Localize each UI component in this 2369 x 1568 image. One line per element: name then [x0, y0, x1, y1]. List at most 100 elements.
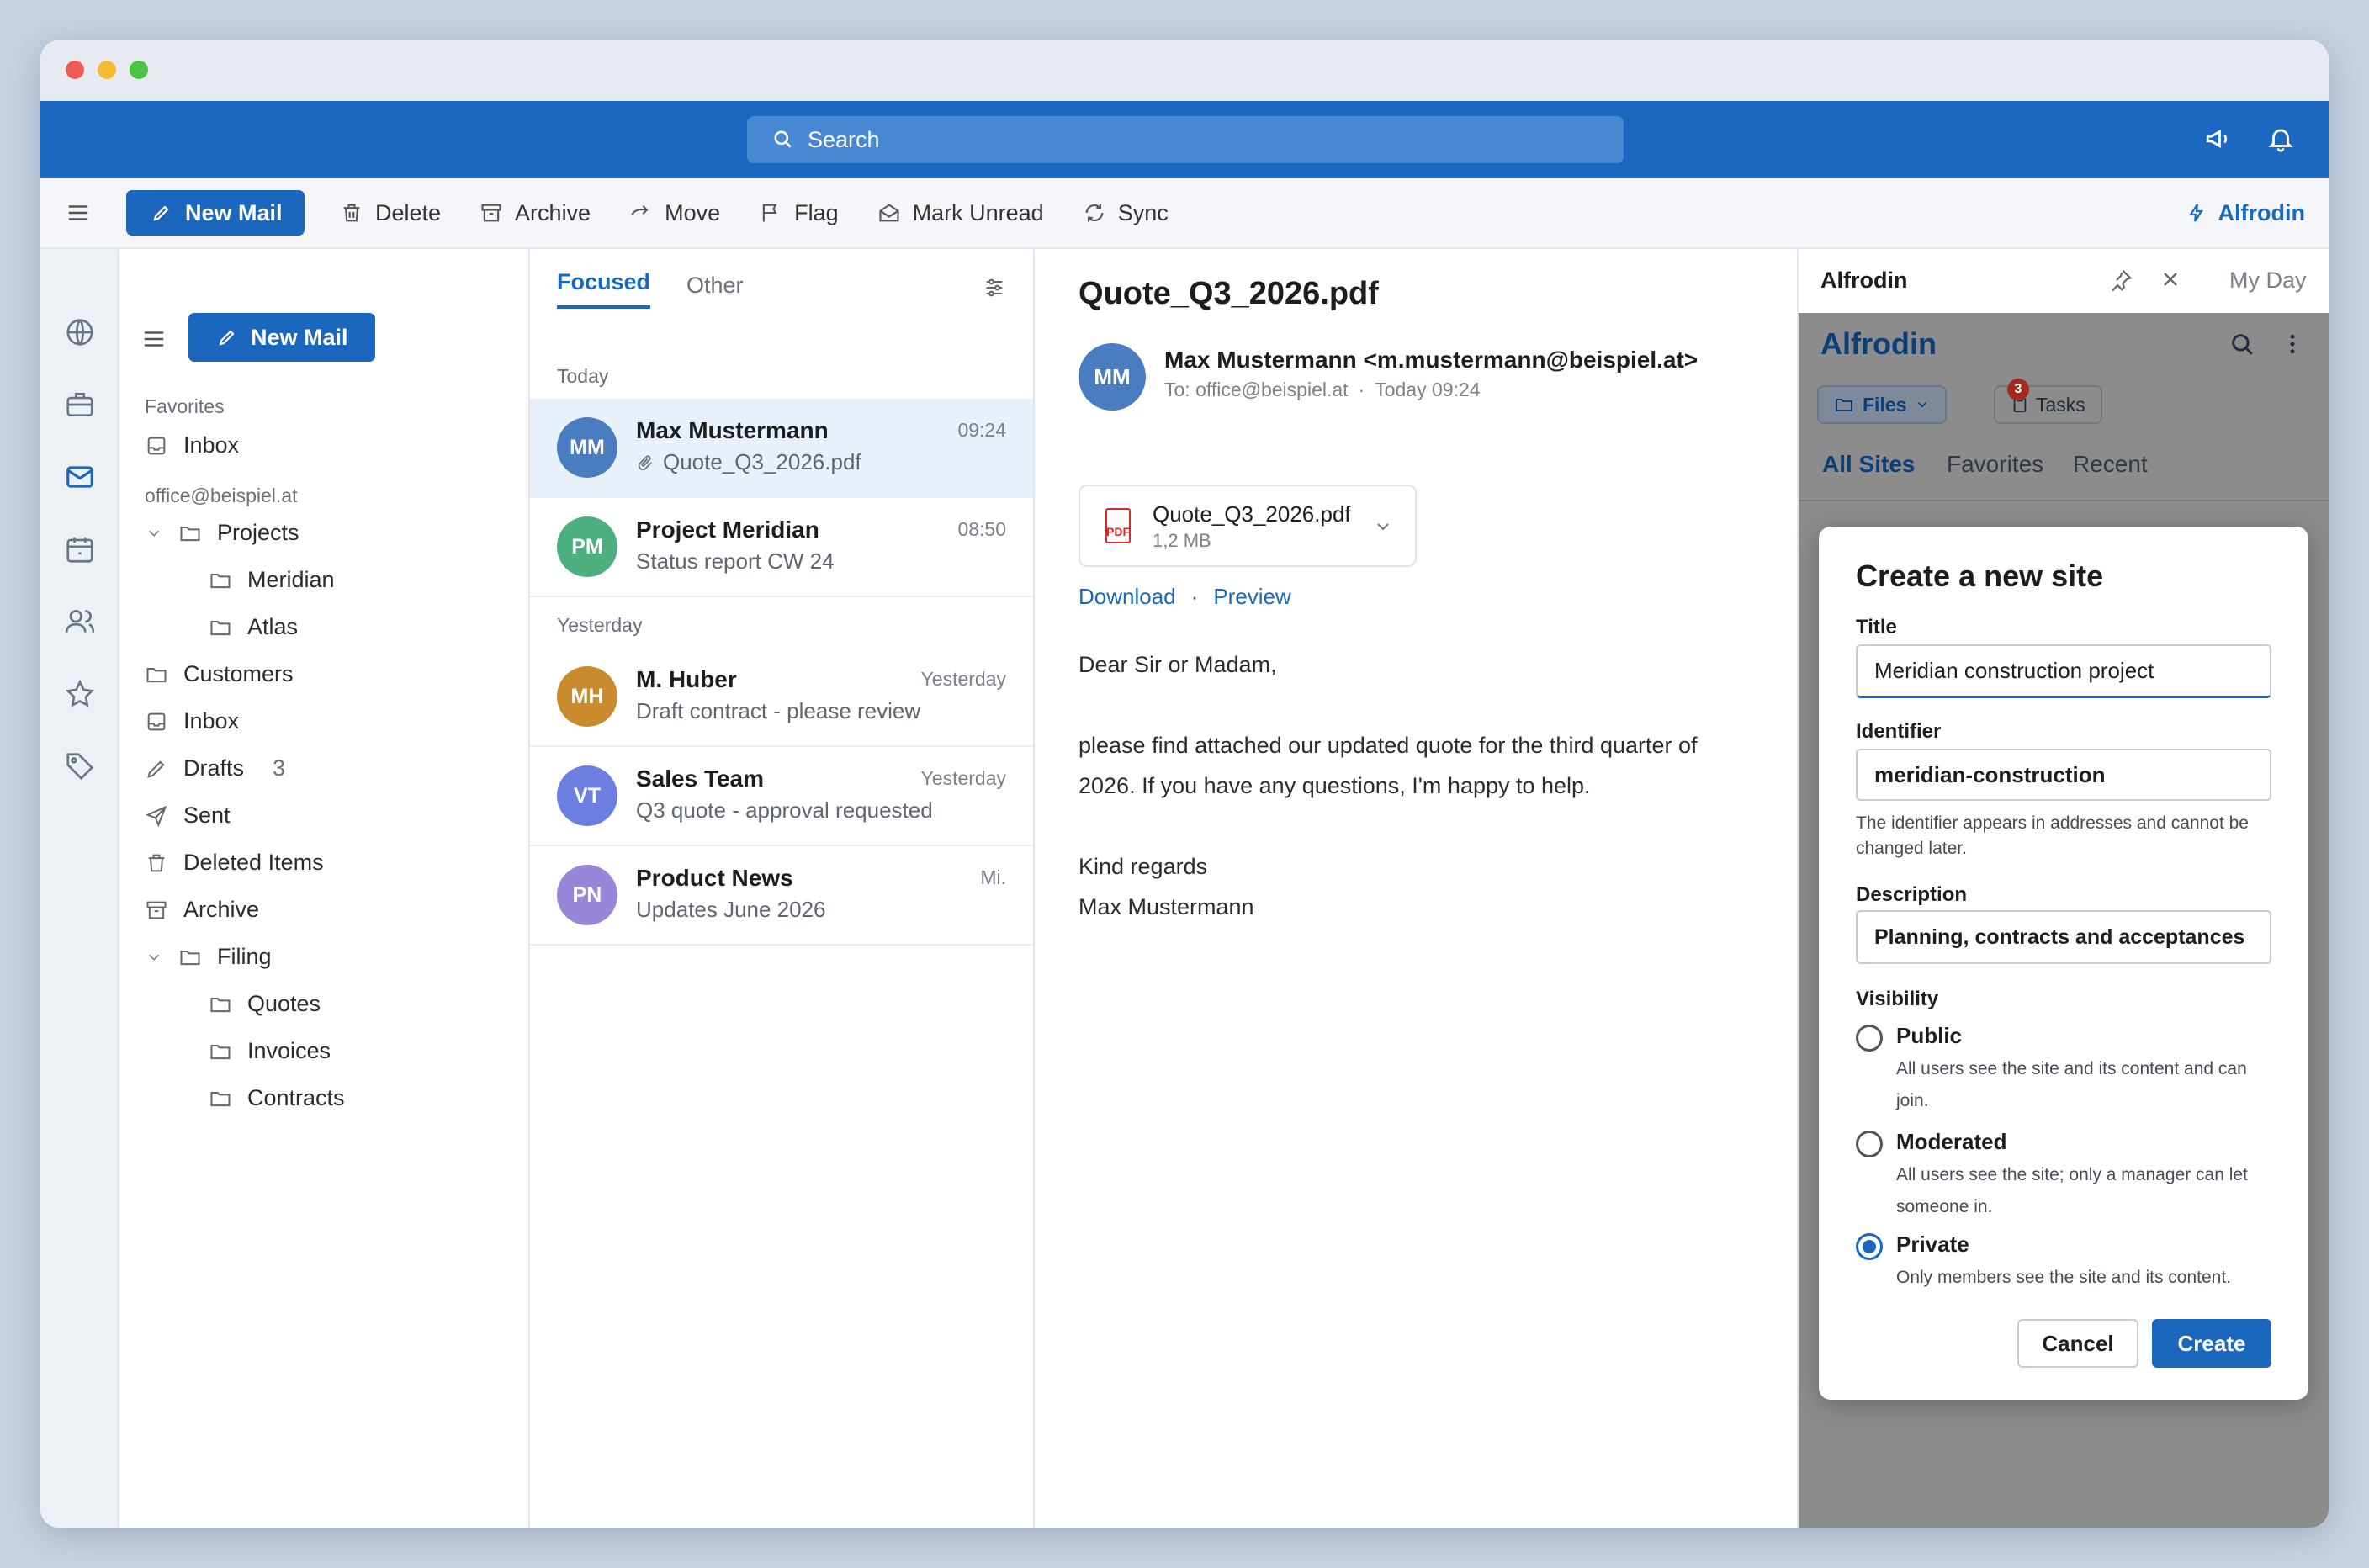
folder-label: Projects	[217, 520, 299, 545]
tab-all-sites[interactable]: All Sites	[1822, 451, 1915, 478]
message-subject-row: Quote_Q3_2026.pdf	[636, 449, 861, 475]
chevron-down-icon[interactable]	[1373, 516, 1393, 537]
tab-focused[interactable]: Focused	[557, 269, 651, 309]
sender-avatar: MM	[1079, 343, 1146, 411]
pin-icon[interactable]	[2108, 268, 2133, 293]
message-subject: Draft contract - please review	[636, 698, 921, 723]
tasks-label: Tasks	[2036, 393, 2085, 416]
folder-label: Quotes	[247, 991, 321, 1016]
folder-invoices[interactable]: Invoices	[209, 1038, 331, 1064]
star-icon[interactable]	[64, 678, 96, 710]
delete-button[interactable]: Delete	[340, 200, 441, 226]
app-title: Alfrodin	[1820, 326, 1937, 361]
globe-icon[interactable]	[64, 316, 96, 348]
folder-inbox[interactable]: Inbox	[145, 708, 239, 734]
search-box[interactable]: Search	[747, 116, 1624, 163]
megaphone-icon[interactable]	[2204, 124, 2233, 153]
flag-button[interactable]: Flag	[759, 200, 839, 226]
folder-fav-inbox[interactable]: Inbox	[145, 432, 239, 458]
move-arrow-icon	[631, 205, 649, 215]
download-link[interactable]: Download	[1079, 584, 1176, 610]
maximize-window-button[interactable]	[130, 61, 148, 79]
calendar-icon[interactable]	[64, 533, 96, 565]
new-mail-button[interactable]: New Mail	[188, 313, 375, 362]
chevron-down-icon[interactable]	[145, 524, 163, 543]
attachment-card[interactable]: PDF Quote_Q3_2026.pdf 1,2 MB	[1079, 485, 1417, 567]
more-options-icon[interactable]	[2280, 331, 2305, 357]
folder-filing[interactable]: Filing	[145, 944, 272, 970]
avatar: VT	[557, 765, 617, 826]
folder-atlas[interactable]: Atlas	[209, 614, 298, 640]
folder-meridian[interactable]: Meridian	[209, 567, 335, 593]
tag-icon[interactable]	[64, 750, 96, 782]
command-bar: New Mail Delete Archive Move Flag Mark U…	[40, 178, 2329, 249]
drafts-count-badge: 3	[273, 755, 286, 781]
folder-drafts[interactable]: Drafts 3	[145, 755, 285, 781]
people-icon[interactable]	[64, 606, 96, 638]
new-mail-label: New Mail	[185, 199, 283, 225]
radio-private[interactable]	[1856, 1233, 1883, 1260]
option-description: Only members see the site and its conten…	[1896, 1268, 2232, 1287]
folder-deleted[interactable]: Deleted Items	[145, 850, 324, 876]
close-window-button[interactable]	[66, 61, 84, 79]
bell-icon[interactable]	[2266, 124, 2295, 153]
cancel-button[interactable]: Cancel	[2017, 1319, 2138, 1368]
hamburger-menu-icon[interactable]	[141, 326, 167, 352]
folder-archive[interactable]: Archive	[145, 897, 259, 923]
folder-customers[interactable]: Customers	[145, 661, 294, 687]
my-day-button[interactable]: My Day	[2229, 268, 2307, 294]
body-text: 2026. If you have any questions, I'm hap…	[1079, 773, 1591, 798]
close-icon[interactable]	[2159, 268, 2182, 291]
preview-link[interactable]: Preview	[1213, 584, 1290, 610]
filter-icon[interactable]	[983, 276, 1006, 299]
sender-name: M. Huber	[636, 666, 737, 692]
tab-recent[interactable]: Recent	[2073, 451, 2148, 478]
move-label: Move	[665, 199, 721, 225]
mark-unread-button[interactable]: Mark Unread	[877, 200, 1044, 226]
folder-pane: New Mail Favorites Inbox office@beispiel…	[119, 249, 530, 1528]
alfrodin-label: Alfrodin	[2218, 199, 2305, 225]
flag-icon	[762, 204, 777, 222]
option-title: Public	[1896, 1023, 1963, 1048]
folder-icon	[210, 1044, 231, 1059]
archive-button[interactable]: Archive	[480, 200, 591, 226]
message-item[interactable]: PM Project Meridian Status report CW 24 …	[530, 498, 1033, 597]
message-body: Dear Sir or Madam, please find attached …	[1079, 644, 1698, 927]
open-envelope-icon	[879, 204, 899, 222]
description-label: Description	[1856, 883, 1968, 906]
radio-moderated[interactable]	[1856, 1131, 1883, 1157]
mail-icon[interactable]	[64, 461, 96, 493]
message-time: 09:24	[957, 419, 1006, 441]
folder-sent[interactable]: Sent	[145, 803, 231, 829]
new-mail-button[interactable]: New Mail	[126, 190, 305, 236]
radio-public[interactable]	[1856, 1025, 1883, 1052]
message-item[interactable]: MM Max Mustermann Quote_Q3_2026.pdf 09:2…	[530, 399, 1033, 498]
tasks-button[interactable]: Tasks 3	[1994, 379, 2102, 424]
tab-other[interactable]: Other	[686, 273, 744, 299]
briefcase-icon[interactable]	[64, 389, 96, 421]
description-input[interactable]: Planning, contracts and acceptances	[1856, 910, 2271, 964]
chevron-down-icon[interactable]	[145, 948, 163, 967]
sender-name: Sales Team	[636, 765, 765, 792]
separator-dot: ·	[1190, 584, 1199, 609]
folder-projects[interactable]: Projects	[145, 520, 299, 546]
folder-contracts[interactable]: Contracts	[209, 1085, 345, 1111]
move-button[interactable]: Move	[629, 200, 720, 226]
tab-favorites[interactable]: Favorites	[1947, 451, 2043, 478]
message-item[interactable]: PN Product News Updates June 2026 Mi.	[530, 846, 1033, 946]
flag-label: Flag	[794, 199, 839, 225]
lightning-icon	[2188, 204, 2203, 222]
title-input[interactable]: Meridian construction project	[1856, 644, 2271, 698]
message-item[interactable]: VT Sales Team Q3 quote - approval reques…	[530, 747, 1033, 846]
sync-button[interactable]: Sync	[1083, 200, 1169, 226]
identifier-input[interactable]: meridian-construction	[1856, 749, 2271, 801]
hamburger-menu-icon[interactable]	[66, 200, 91, 225]
message-item[interactable]: MH M. Huber Draft contract - please revi…	[530, 648, 1033, 747]
alfrodin-button[interactable]: Alfrodin	[2186, 200, 2305, 226]
sync-label: Sync	[1117, 199, 1169, 225]
minimize-window-button[interactable]	[98, 61, 116, 79]
search-icon[interactable]	[2229, 331, 2256, 358]
create-button[interactable]: Create	[2152, 1319, 2271, 1368]
files-button[interactable]: Files	[1817, 385, 1948, 424]
folder-quotes[interactable]: Quotes	[209, 991, 321, 1017]
